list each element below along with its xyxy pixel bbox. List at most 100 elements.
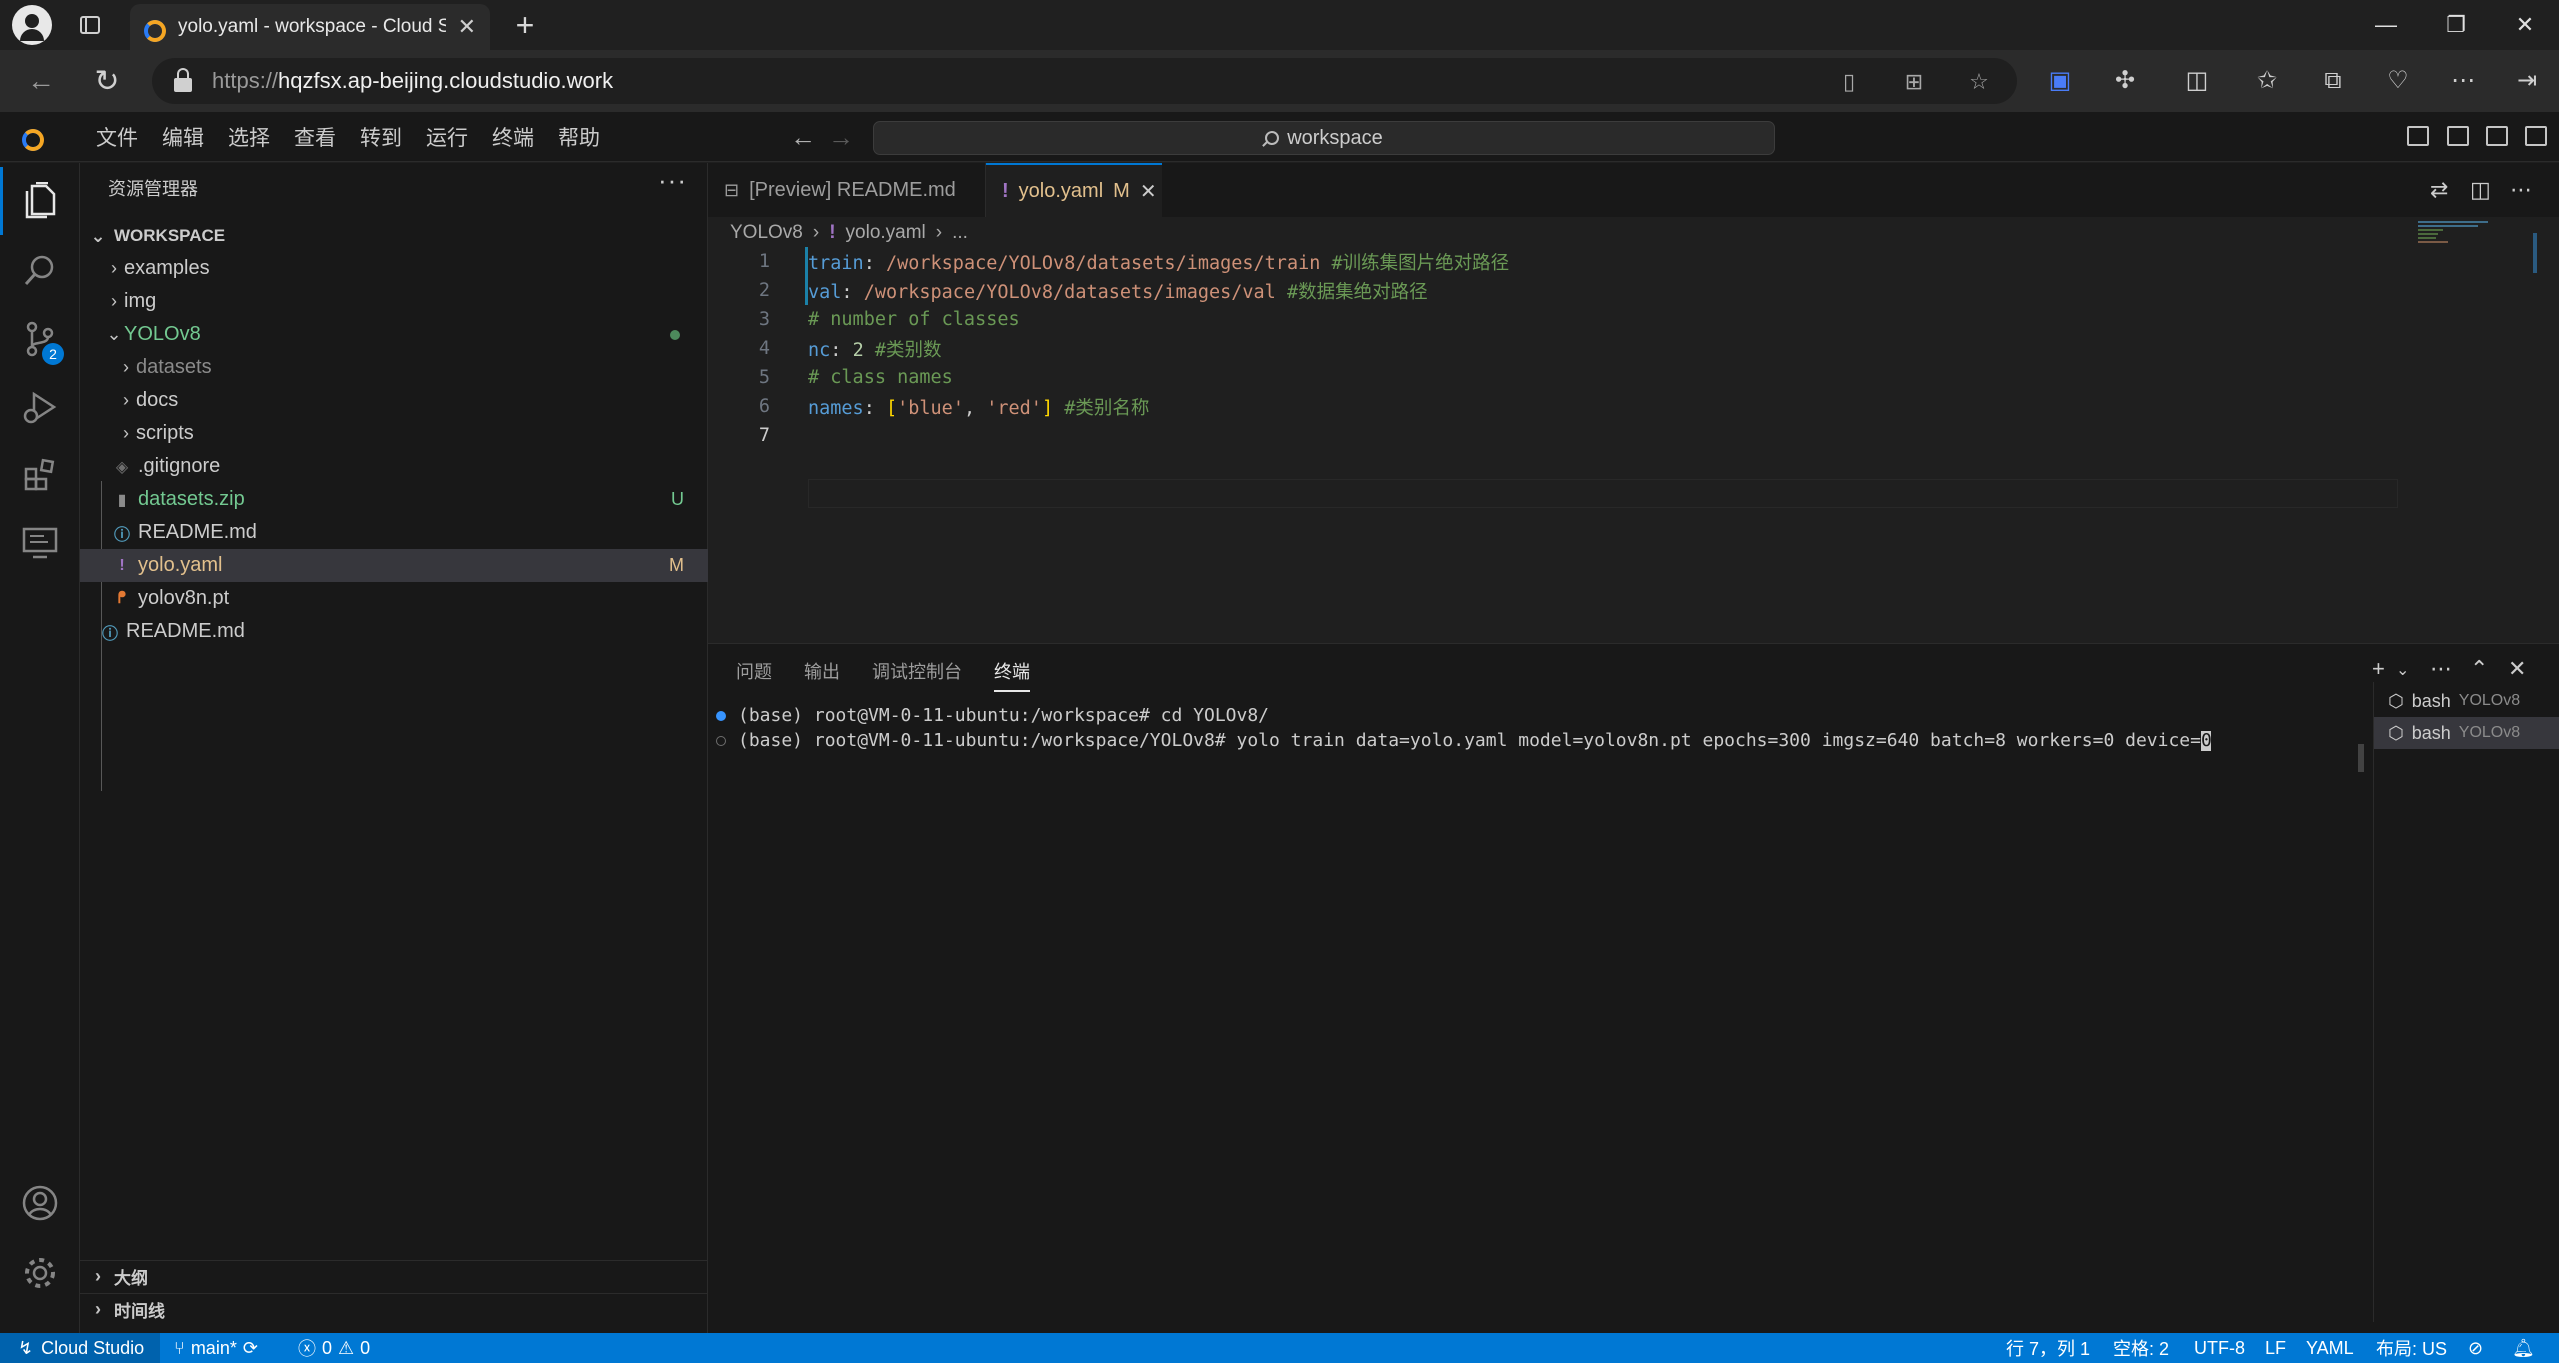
browser-tab-active[interactable]: yolo.yaml - workspace - Cloud Studio ✕ — [130, 4, 490, 50]
source-control-icon[interactable]: 2 — [0, 305, 80, 373]
sidebar-toggle-icon[interactable]: ⇥ — [2510, 65, 2544, 97]
explorer-icon[interactable] — [0, 167, 80, 235]
problems-indicator[interactable]: ⓧ 0 ⚠ 0 — [298, 1333, 370, 1363]
branch-indicator[interactable]: ⑂ main* ⟳ — [174, 1333, 258, 1363]
address-bar[interactable]: https://hqzfsx.ap-beijing.cloudstudio.wo… — [152, 58, 2017, 104]
favorite-star-icon[interactable]: ☆ — [1965, 68, 1993, 96]
tree-item-yolov8n-pt[interactable]: ᖰ yolov8n.pt — [80, 582, 708, 615]
menu-help[interactable]: 帮助 — [546, 122, 612, 152]
favorites-icon[interactable]: ✩ — [2250, 65, 2284, 97]
close-icon[interactable]: ✕ — [1140, 179, 1157, 204]
encoding[interactable]: UTF-8 — [2194, 1333, 2245, 1363]
copilot-icon[interactable]: ⊘ — [2468, 1333, 2483, 1363]
app-available-icon[interactable]: ⊞ — [1900, 68, 1928, 96]
cloudstudio-logo-icon[interactable] — [22, 125, 44, 151]
tab-yolo-yaml[interactable]: ! yolo.yaml M ✕ — [986, 163, 1162, 217]
breadcrumb-file[interactable]: yolo.yaml — [846, 222, 926, 244]
minimize-button[interactable]: — — [2366, 8, 2406, 42]
tree-item-datasets[interactable]: › datasets — [80, 351, 708, 384]
extensions-icon[interactable] — [0, 441, 80, 509]
tab-debug-console[interactable]: 调试控制台 — [872, 658, 962, 692]
remote-explorer-icon[interactable] — [0, 509, 80, 577]
toggle-primary-sidebar-icon[interactable] — [2407, 126, 2429, 146]
command-pending-icon[interactable] — [716, 735, 726, 746]
close-panel-icon[interactable]: ✕ — [2508, 656, 2526, 682]
url-text[interactable]: https://hqzfsx.ap-beijing.cloudstudio.wo… — [212, 68, 613, 94]
lock-icon[interactable] — [174, 68, 192, 92]
go-forward-icon[interactable]: → — [828, 122, 854, 153]
new-terminal-icon[interactable]: + — [2372, 656, 2385, 682]
editor-more-icon[interactable]: ⋯ — [2510, 177, 2532, 203]
toggle-secondary-sidebar-icon[interactable] — [2486, 126, 2508, 146]
timeline-section-header[interactable]: › 时间线 — [80, 1293, 708, 1325]
tree-item-examples[interactable]: › examples — [80, 252, 708, 285]
sync-icon[interactable]: ⟳ — [243, 1338, 258, 1359]
browser-essentials-icon[interactable]: ♡ — [2381, 65, 2415, 97]
search-icon[interactable] — [0, 237, 80, 305]
workspace-section-header[interactable]: ⌄ WORKSPACE — [80, 220, 708, 252]
code-editor[interactable]: 1 train: /workspace/YOLOv8/datasets/imag… — [708, 247, 2559, 537]
reading-view-icon[interactable]: ▯ — [1835, 68, 1863, 96]
remote-indicator[interactable]: ↯ Cloud Studio — [0, 1333, 160, 1363]
language-mode[interactable]: YAML — [2306, 1333, 2354, 1363]
outline-section-header[interactable]: › 大纲 — [80, 1260, 708, 1292]
tree-item-docs[interactable]: › docs — [80, 384, 708, 417]
minimap[interactable] — [2418, 221, 2528, 251]
tree-item-img[interactable]: › img — [80, 285, 708, 318]
run-debug-icon[interactable] — [0, 373, 80, 441]
indentation[interactable]: 空格: 2 — [2113, 1333, 2169, 1363]
settings-more-icon[interactable]: ⋯ — [2446, 65, 2480, 97]
profile-avatar-icon[interactable] — [12, 5, 52, 45]
terminal-instance[interactable]: ⬡ bash YOLOv8 — [2374, 717, 2559, 749]
menu-go[interactable]: 转到 — [348, 122, 414, 152]
panel-more-icon[interactable]: ⋯ — [2430, 656, 2452, 682]
more-actions-icon[interactable]: ··· — [658, 165, 687, 196]
chevron-down-icon[interactable]: ⌄ — [2396, 660, 2409, 680]
tab-terminal[interactable]: 终端 — [994, 658, 1030, 692]
toggle-panel-icon[interactable] — [2447, 126, 2469, 146]
back-arrow-icon[interactable]: ← — [22, 63, 60, 99]
tree-item-readme[interactable]: ⓘ README.md — [80, 516, 708, 549]
cursor-position[interactable]: 行 7，列 1 — [2006, 1333, 2090, 1363]
tree-item-yolo-yaml[interactable]: ! yolo.yaml M — [80, 549, 708, 582]
menu-view[interactable]: 查看 — [282, 122, 348, 152]
terminal-instance[interactable]: ⬡ bash YOLOv8 — [2374, 685, 2559, 717]
tab-preview-readme[interactable]: ⊟ [Preview] README.md — [708, 163, 986, 217]
end-of-line[interactable]: LF — [2265, 1333, 2286, 1363]
menu-selection[interactable]: 选择 — [216, 122, 282, 152]
menu-file[interactable]: 文件 — [84, 122, 150, 152]
close-window-button[interactable]: ✕ — [2505, 8, 2545, 42]
manage-gear-icon[interactable] — [0, 1239, 80, 1307]
accounts-icon[interactable] — [0, 1169, 80, 1237]
menu-edit[interactable]: 编辑 — [150, 122, 216, 152]
translate-extension-icon[interactable]: ▣ — [2043, 65, 2077, 97]
extensions-puzzle-icon[interactable]: ✣ — [2108, 65, 2142, 97]
tree-item-yolov8[interactable]: ⌄ YOLOv8 — [80, 318, 708, 351]
tab-actions-icon[interactable] — [70, 10, 110, 40]
editor-scrollbar[interactable] — [2533, 233, 2537, 273]
close-tab-icon[interactable]: ✕ — [458, 14, 476, 40]
tree-item-scripts[interactable]: › scripts — [80, 417, 708, 450]
breadcrumb-symbols[interactable]: ... — [952, 222, 968, 244]
collections-icon[interactable]: ⧉ — [2316, 65, 2350, 97]
tab-problems[interactable]: 问题 — [736, 658, 772, 692]
new-tab-button[interactable]: + — [505, 5, 545, 45]
keyboard-layout[interactable]: 布局: US — [2376, 1333, 2447, 1363]
command-success-icon[interactable] — [716, 710, 726, 721]
command-center-search[interactable]: workspace — [873, 121, 1775, 155]
menu-run[interactable]: 运行 — [414, 122, 480, 152]
breadcrumb-folder[interactable]: YOLOv8 — [730, 222, 803, 244]
maximize-panel-icon[interactable]: ⌃ — [2470, 656, 2488, 682]
open-changes-icon[interactable]: ⇄ — [2430, 177, 2448, 203]
tree-item-gitignore[interactable]: ◈ .gitignore — [80, 450, 708, 483]
terminal-output[interactable]: (base) root@VM-0-11-ubuntu:/workspace# c… — [708, 699, 2373, 1319]
go-back-icon[interactable]: ← — [790, 122, 816, 153]
tree-item-root-readme[interactable]: ⓘ README.md — [80, 615, 708, 648]
split-editor-icon[interactable]: ◫ — [2470, 177, 2491, 203]
split-screen-icon[interactable]: ◫ — [2180, 65, 2214, 97]
tree-item-datasets-zip[interactable]: ▮ datasets.zip U — [80, 483, 708, 516]
refresh-icon[interactable]: ↻ — [88, 63, 126, 99]
menu-terminal[interactable]: 终端 — [480, 122, 546, 152]
terminal-scrollbar[interactable] — [2358, 744, 2364, 772]
notifications-bell-icon[interactable]: 🔔︎ — [2512, 1333, 2535, 1363]
